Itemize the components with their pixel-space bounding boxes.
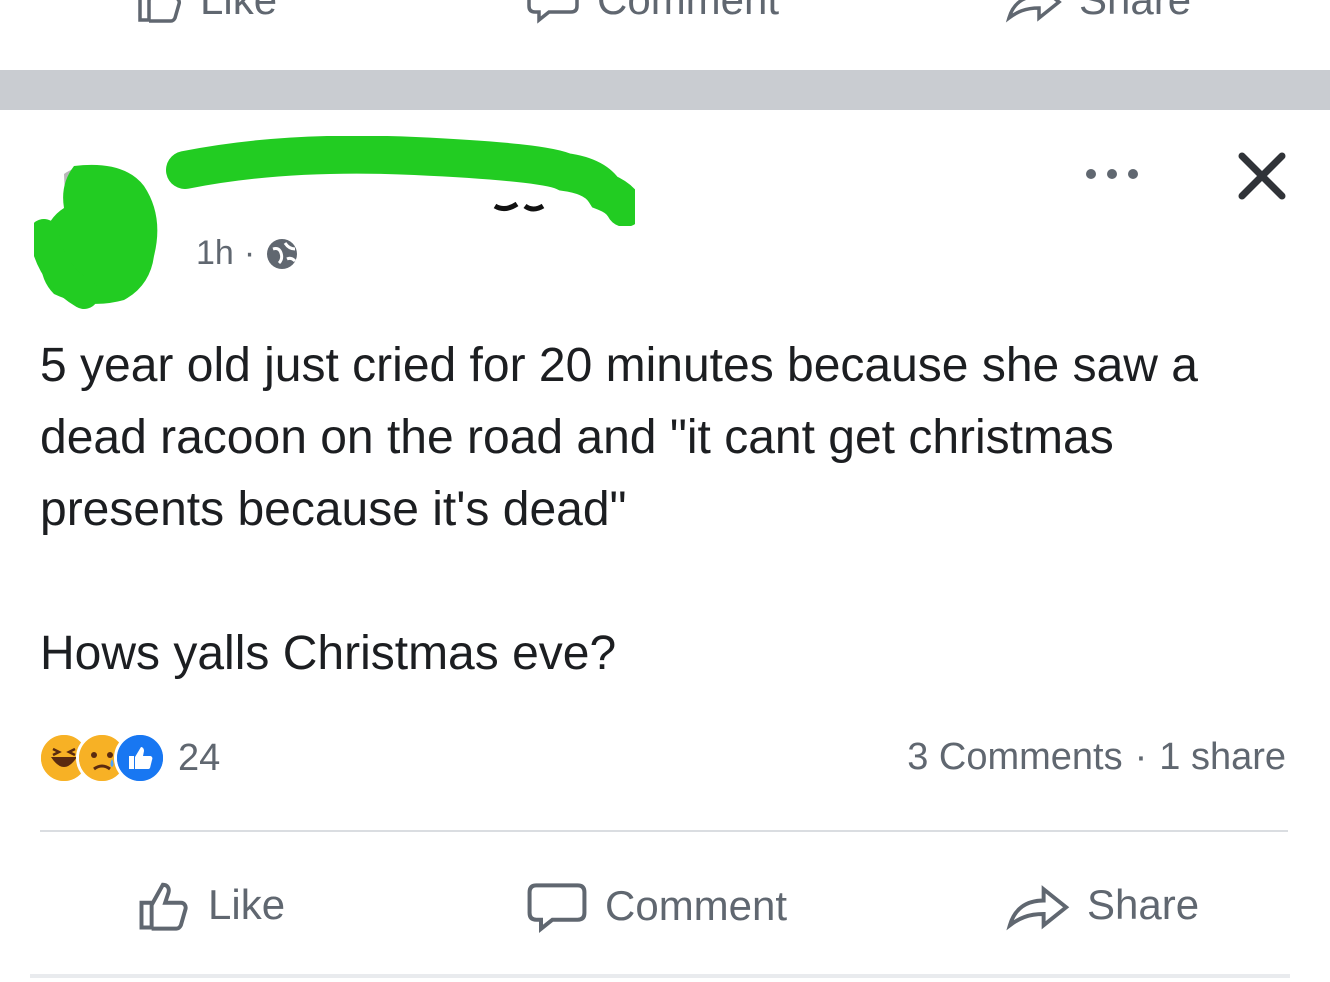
like-label: Like <box>208 881 286 928</box>
divider <box>40 830 1288 832</box>
previous-post-action-bar: Like Comment Share <box>0 0 1330 26</box>
share-icon <box>1005 0 1062 23</box>
comment-label: Comment <box>605 882 788 929</box>
dot <box>1128 169 1138 179</box>
prev-like-label: Like <box>200 0 277 24</box>
post-body-paragraph: Hows yalls Christmas eve? <box>40 627 617 680</box>
prev-like-button[interactable]: Like <box>136 0 277 24</box>
dot <box>1086 169 1096 179</box>
share-icon <box>1006 885 1070 931</box>
comments-count-link[interactable]: 3 Comments <box>907 736 1122 779</box>
name-redacted[interactable] <box>165 136 635 226</box>
thumbs-up-icon <box>138 0 181 23</box>
more-options-button[interactable] <box>1082 154 1142 194</box>
prev-share-button[interactable]: Share <box>1005 0 1191 24</box>
meta-separator: · <box>243 234 256 272</box>
like-reaction-icon <box>114 732 166 784</box>
prev-comment-button[interactable]: Comment <box>525 0 779 24</box>
post-time[interactable]: 1h <box>196 234 234 273</box>
globe-icon <box>267 238 298 269</box>
close-icon[interactable] <box>1232 146 1292 206</box>
share-label: Share <box>1087 881 1200 928</box>
comment-icon <box>527 883 587 934</box>
stats-separator: · <box>1134 736 1148 778</box>
prev-share-label: Share <box>1079 0 1191 24</box>
thumbs-up-icon <box>139 882 188 931</box>
post-meta: 1h · <box>196 234 299 273</box>
like-button[interactable]: Like <box>136 878 285 932</box>
comment-icon <box>527 0 579 24</box>
shares-count-link[interactable]: 1 share <box>1159 736 1286 779</box>
comment-button[interactable]: Comment <box>525 878 787 934</box>
dot <box>1107 169 1117 179</box>
post-body-paragraph: 5 year old just cried for 20 minutes bec… <box>40 339 1198 536</box>
feed-post: 1h · 5 year old just cried for 20 minute… <box>0 110 1330 982</box>
post-stats: 3 Comments · 1 share <box>907 736 1286 779</box>
post-body: 5 year old just cried for 20 minutes bec… <box>40 330 1290 690</box>
feed-separator <box>0 70 1330 110</box>
avatar-redacted[interactable] <box>34 154 174 314</box>
prev-comment-label: Comment <box>597 0 779 24</box>
reaction-count: 24 <box>178 736 221 779</box>
divider <box>30 974 1290 978</box>
share-button[interactable]: Share <box>1005 878 1199 932</box>
reactions-summary[interactable]: 24 <box>38 732 220 784</box>
